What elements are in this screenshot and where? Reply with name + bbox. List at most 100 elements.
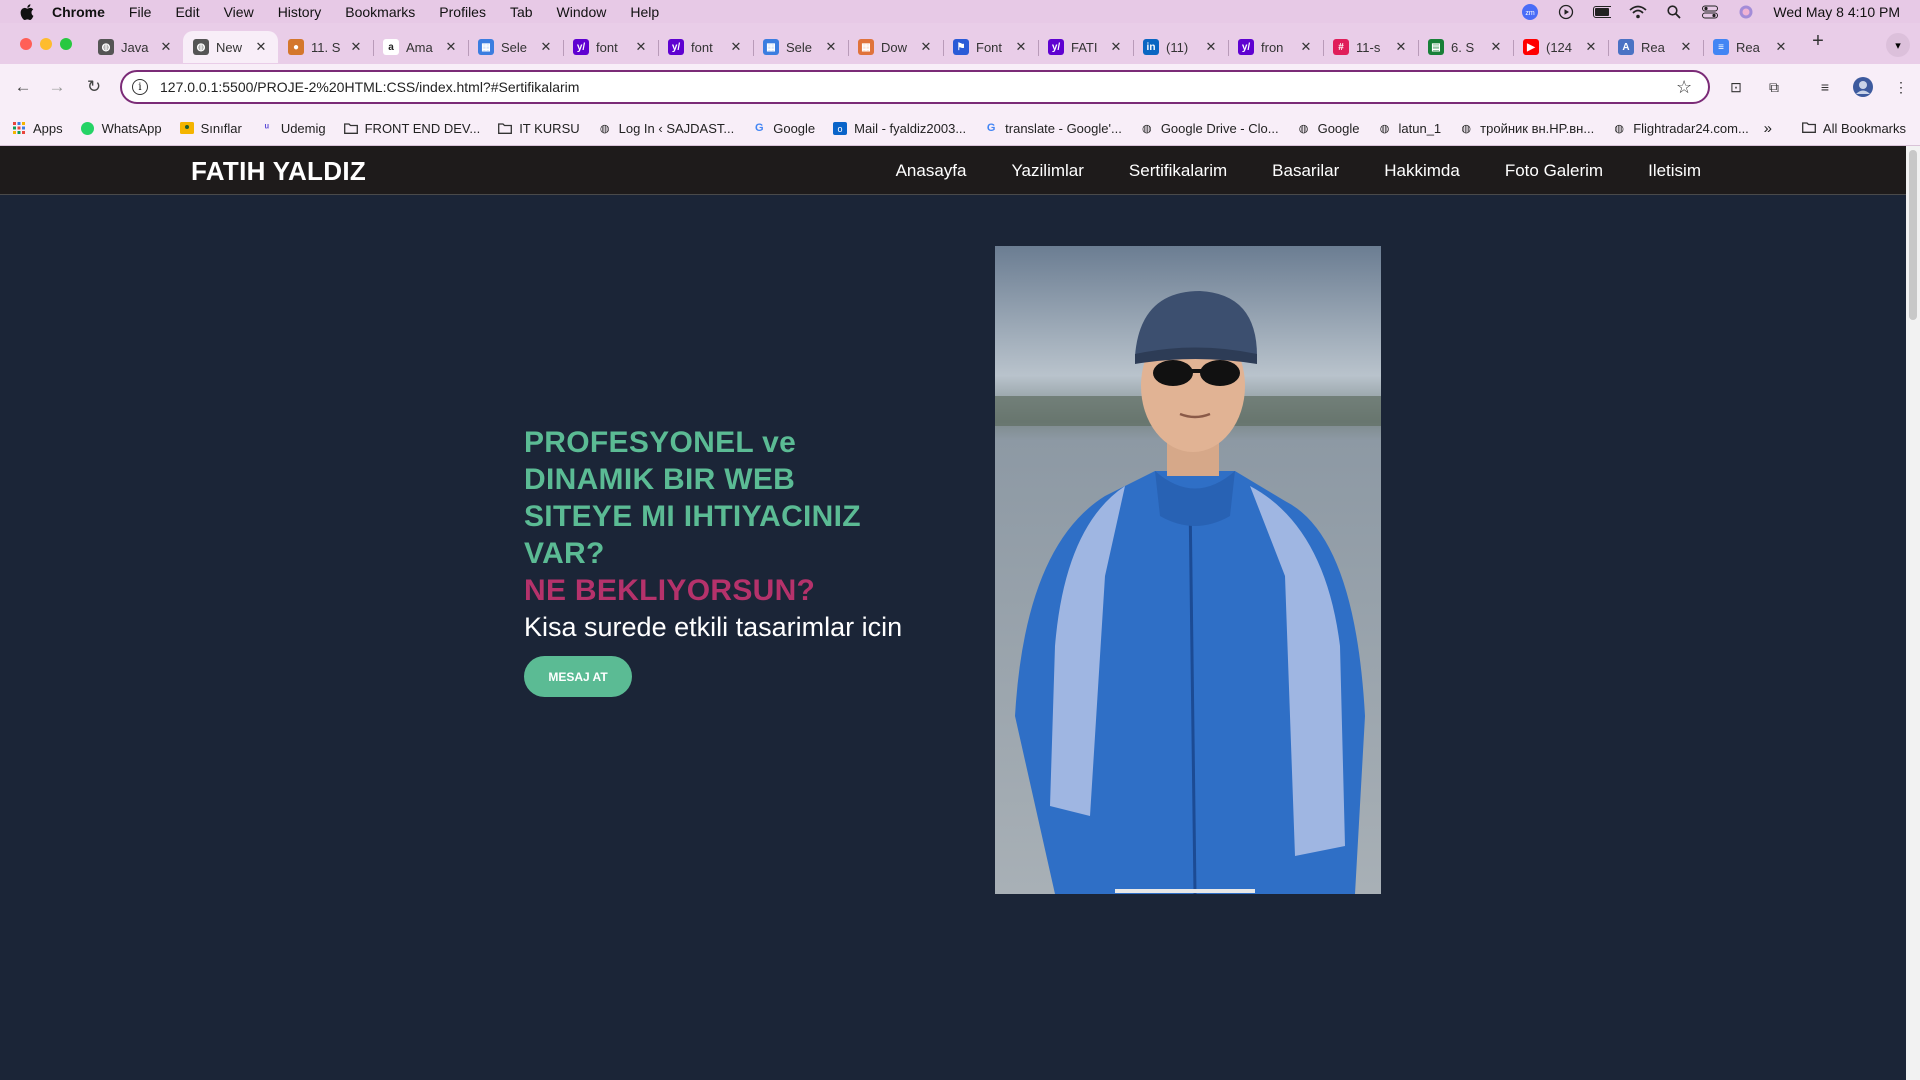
nav-iletisim[interactable]: Iletisim <box>1648 161 1701 181</box>
nav-foto-galerim[interactable]: Foto Galerim <box>1505 161 1603 181</box>
tab[interactable]: ▦ Sele ✕ <box>468 31 563 63</box>
tab[interactable]: y/fron ✕ <box>1228 31 1323 63</box>
close-tab-icon[interactable]: ✕ <box>444 39 458 55</box>
spotlight-search-icon[interactable] <box>1665 4 1683 19</box>
close-tab-icon[interactable]: ✕ <box>729 39 743 55</box>
close-tab-icon[interactable]: ✕ <box>159 39 173 55</box>
close-tab-icon[interactable]: ✕ <box>1489 39 1503 55</box>
bookmark-siniflar[interactable]: Sınıflar <box>179 121 242 136</box>
bookmark-sajdast[interactable]: ◍ Log In ‹ SAJDAST... <box>598 121 734 136</box>
nav-hakkimda[interactable]: Hakkimda <box>1384 161 1460 181</box>
bookmark-google[interactable]: G Google <box>752 121 815 136</box>
menu-edit[interactable]: Edit <box>175 4 199 20</box>
tab[interactable]: A Rea ✕ <box>1608 31 1703 63</box>
tab[interactable]: ⚑ Font ✕ <box>943 31 1038 63</box>
close-tab-icon[interactable]: ✕ <box>634 39 648 55</box>
tab[interactable]: ▶ (124 ✕ <box>1513 31 1608 63</box>
tab[interactable]: ◍ Java ✕ <box>88 31 183 63</box>
address-url[interactable]: 127.0.0.1:5500/PROJE-2%20HTML:CSS/index.… <box>160 79 1676 95</box>
close-tab-icon[interactable]: ✕ <box>1299 39 1313 55</box>
close-tab-icon[interactable]: ✕ <box>1014 39 1028 55</box>
minimize-window-button[interactable] <box>40 38 52 50</box>
profile-avatar[interactable] <box>1852 76 1874 98</box>
wifi-icon[interactable] <box>1629 5 1648 19</box>
bookmark-folder-front-end[interactable]: FRONT END DEV... <box>343 121 480 136</box>
menu-file[interactable]: File <box>129 4 152 20</box>
tab[interactable]: ● 11. S ✕ <box>278 31 373 63</box>
siri-icon[interactable] <box>1737 5 1755 19</box>
menu-bookmarks[interactable]: Bookmarks <box>345 4 415 20</box>
bookmark-star-icon[interactable]: ☆ <box>1676 77 1698 98</box>
bookmark-mail[interactable]: o Mail - fyaldiz2003... <box>833 121 966 136</box>
tab[interactable]: in (11) ✕ <box>1133 31 1228 63</box>
menu-clock[interactable]: Wed May 8 4:10 PM <box>1773 4 1900 20</box>
nav-basarilar[interactable]: Basarilar <box>1272 161 1339 181</box>
menu-tab[interactable]: Tab <box>510 4 533 20</box>
close-tab-icon[interactable]: ✕ <box>349 39 363 55</box>
menu-window[interactable]: Window <box>557 4 607 20</box>
mesaj-at-button[interactable]: MESAJ AT <box>524 656 632 697</box>
bookmark-udemig[interactable]: ᵘ Udemig <box>260 121 326 136</box>
zoom-window-button[interactable] <box>60 38 72 50</box>
scrollbar-thumb[interactable] <box>1909 150 1917 320</box>
tab[interactable]: ▦ Sele ✕ <box>753 31 848 63</box>
tab[interactable]: y/FATI ✕ <box>1038 31 1133 63</box>
more-bookmarks-chevron-icon[interactable]: » <box>1764 120 1772 137</box>
bookmark-flightradar[interactable]: ◍ Flightradar24.com... <box>1612 121 1748 136</box>
reload-icon[interactable]: ↻ <box>83 76 105 98</box>
site-info-icon[interactable]: i <box>132 79 148 95</box>
close-tab-icon[interactable]: ✕ <box>1109 39 1123 55</box>
zoom-icon[interactable]: zm <box>1521 3 1539 20</box>
lens-search-icon[interactable]: ⊡ <box>1725 76 1747 98</box>
nav-sertifikalarim[interactable]: Sertifikalarim <box>1129 161 1227 181</box>
close-tab-icon[interactable]: ✕ <box>1774 39 1788 55</box>
bookmark-translate[interactable]: Gtranslate - Google'... <box>984 121 1122 136</box>
tab-active[interactable]: ◍ New ✕ <box>183 31 278 63</box>
reading-list-icon[interactable]: ≡ <box>1814 76 1836 98</box>
kebab-menu-icon[interactable]: ⋮ <box>1890 76 1912 98</box>
bookmark-google-2[interactable]: ◍ Google <box>1297 121 1360 136</box>
extensions-puzzle-icon[interactable]: ⧉ <box>1763 76 1785 98</box>
tab[interactable]: ≡ Rea ✕ <box>1703 31 1798 63</box>
tab[interactable]: y/font ✕ <box>563 31 658 63</box>
media-play-icon[interactable] <box>1557 4 1575 19</box>
apple-menu-icon[interactable] <box>18 3 36 21</box>
close-tab-icon[interactable]: ✕ <box>824 39 838 55</box>
tab[interactable]: a Ama ✕ <box>373 31 468 63</box>
bookmark-troinik[interactable]: ◍ тройник вн.HP.вн... <box>1459 121 1594 136</box>
control-center-icon[interactable] <box>1701 5 1719 19</box>
close-tab-icon[interactable]: ✕ <box>1204 39 1218 55</box>
bookmark-apps[interactable]: Apps <box>12 121 63 136</box>
tab[interactable]: ▦ Dow ✕ <box>848 31 943 63</box>
page-scrollbar[interactable] <box>1906 146 1920 1080</box>
new-tab-plus-icon[interactable]: + <box>1806 30 1830 53</box>
close-tab-icon[interactable]: ✕ <box>254 39 268 55</box>
bookmark-google-drive[interactable]: ◍ Google Drive - Clo... <box>1140 121 1279 136</box>
bookmark-folder-it-kursu[interactable]: IT KURSU <box>498 121 580 136</box>
close-tab-icon[interactable]: ✕ <box>919 39 933 55</box>
menu-history[interactable]: History <box>278 4 322 20</box>
menu-help[interactable]: Help <box>630 4 659 20</box>
menu-profiles[interactable]: Profiles <box>439 4 486 20</box>
bookmark-latun[interactable]: ◍ latun_1 <box>1378 121 1441 136</box>
tab[interactable]: y/font ✕ <box>658 31 753 63</box>
menu-app-name[interactable]: Chrome <box>52 4 105 20</box>
address-bar[interactable]: i 127.0.0.1:5500/PROJE-2%20HTML:CSS/inde… <box>120 70 1710 104</box>
close-tab-icon[interactable]: ✕ <box>1394 39 1408 55</box>
menu-view[interactable]: View <box>224 4 254 20</box>
site-brand[interactable]: FATIH YALDIZ <box>191 156 366 187</box>
forward-arrow-icon[interactable]: → <box>46 76 68 98</box>
close-window-button[interactable] <box>20 38 32 50</box>
all-bookmarks-link[interactable]: All Bookmarks <box>1823 121 1906 136</box>
close-tab-icon[interactable]: ✕ <box>1679 39 1693 55</box>
tab[interactable]: #11-s ✕ <box>1323 31 1418 63</box>
battery-icon[interactable] <box>1593 5 1612 19</box>
nav-anasayfa[interactable]: Anasayfa <box>896 161 967 181</box>
back-arrow-icon[interactable]: ← <box>12 76 34 98</box>
close-tab-icon[interactable]: ✕ <box>539 39 553 55</box>
tab-search-chevron-icon[interactable]: ▾ <box>1886 33 1910 57</box>
nav-yazilimlar[interactable]: Yazilimlar <box>1011 161 1083 181</box>
close-tab-icon[interactable]: ✕ <box>1584 39 1598 55</box>
bookmark-whatsapp[interactable]: WhatsApp <box>81 121 162 136</box>
tab[interactable]: ▤ 6. S ✕ <box>1418 31 1513 63</box>
